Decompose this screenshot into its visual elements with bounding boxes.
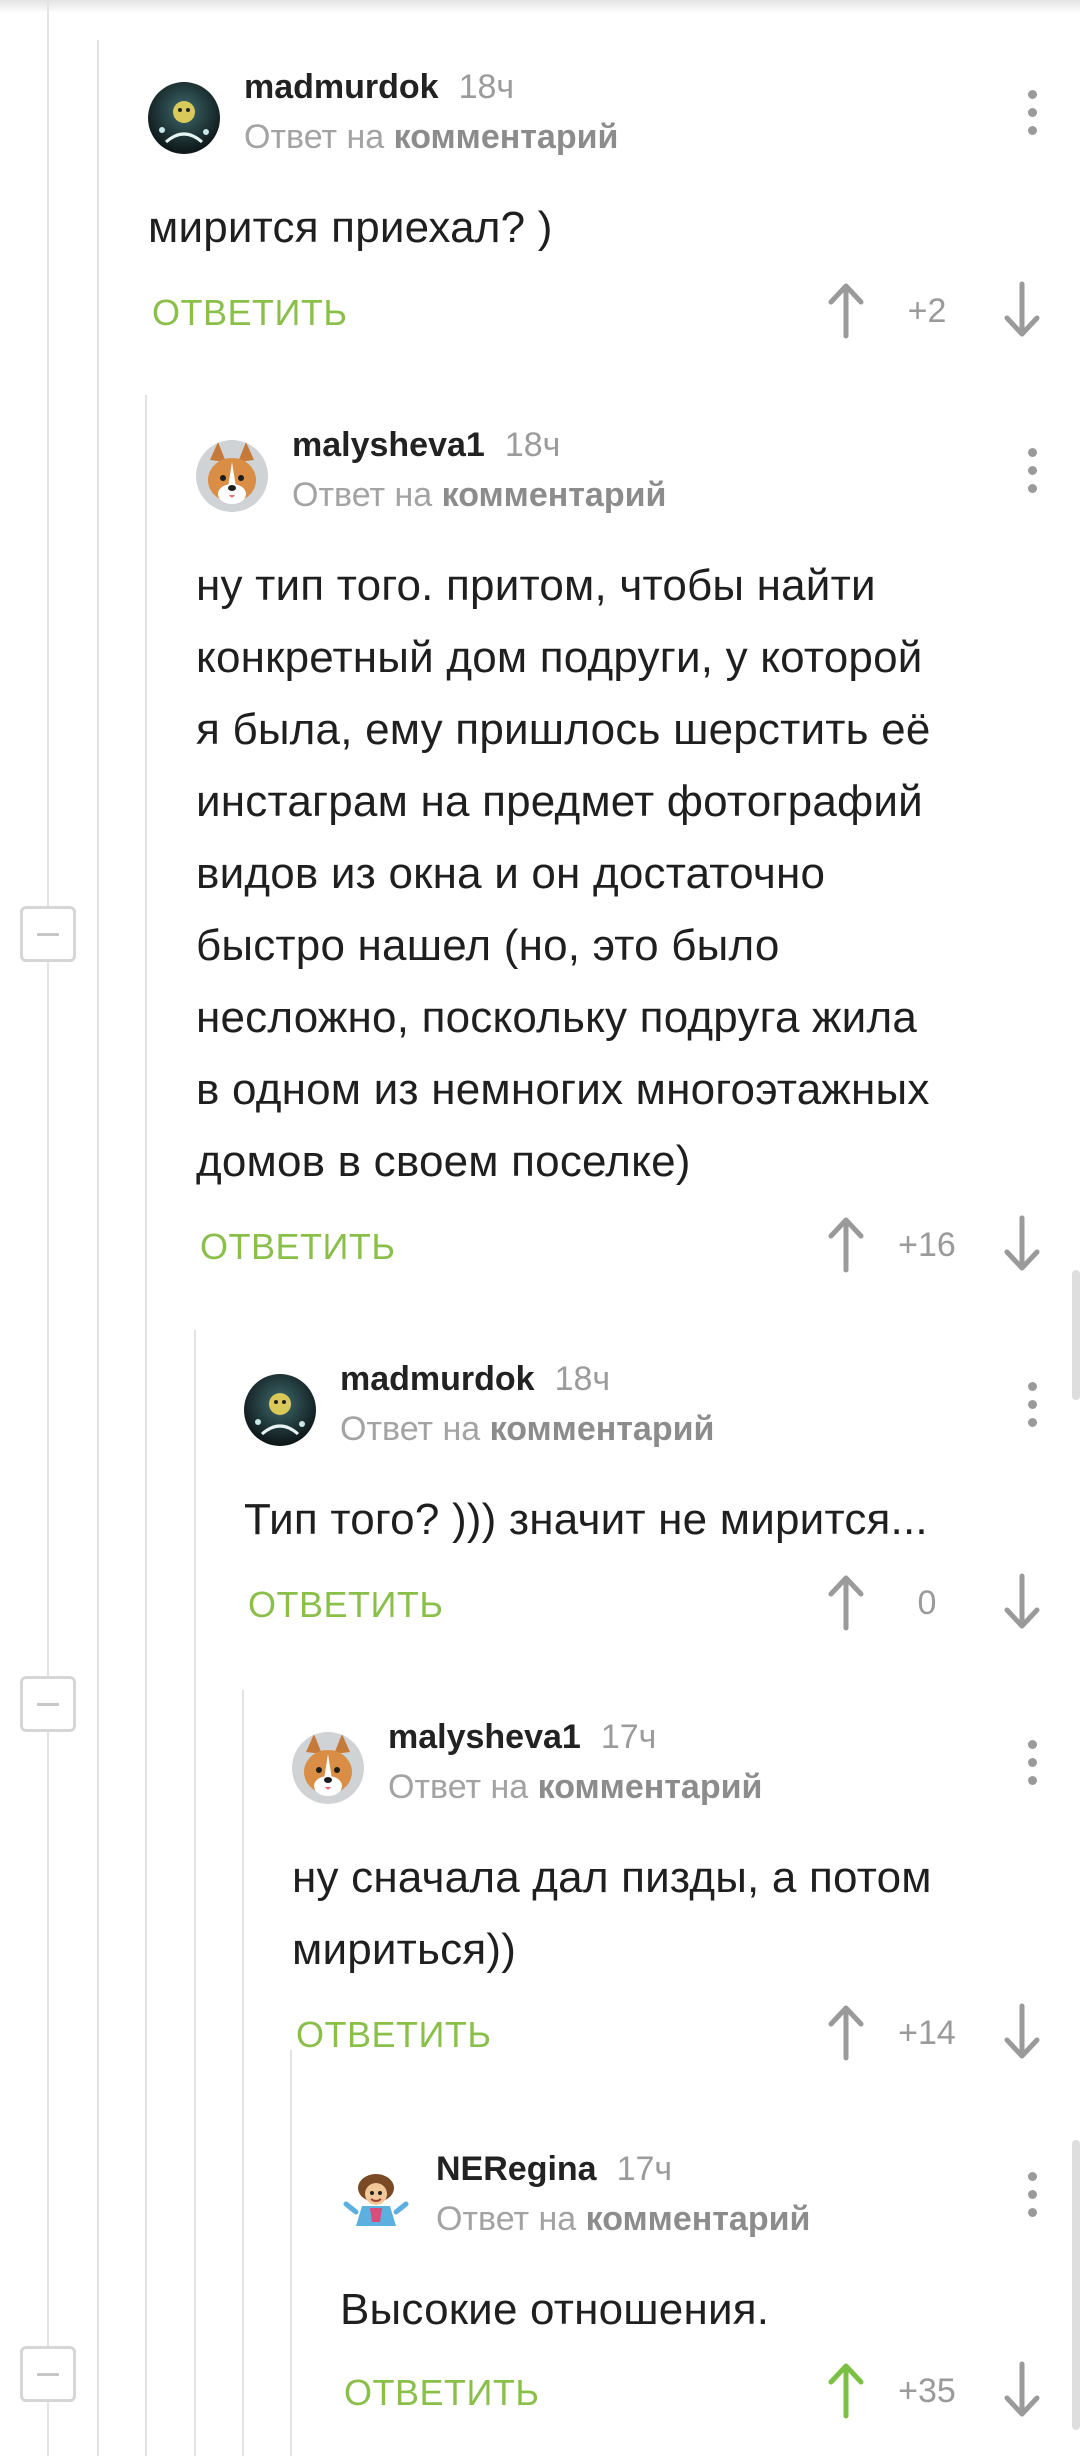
thread-line xyxy=(145,395,147,2456)
reply-to-label[interactable]: Ответ на комментарий xyxy=(244,118,618,157)
comment: madmurdok 18ч Ответ на комментарий миритс… xyxy=(148,68,1080,360)
reply-button[interactable]: ОТВЕТИТЬ xyxy=(248,1584,444,1626)
comment-text: ну сначала дал пизды, а потом мириться)) xyxy=(292,1853,932,1974)
reply-button[interactable]: ОТВЕТИТЬ xyxy=(296,2014,492,2056)
upvote-arrow-icon[interactable] xyxy=(826,1572,866,1632)
comment-author[interactable]: malysheva1 17ч xyxy=(388,1718,656,1757)
avatar[interactable] xyxy=(340,2164,412,2236)
comment-author[interactable]: NERegina 17ч xyxy=(436,2150,672,2189)
reply-button[interactable]: ОТВЕТИТЬ xyxy=(152,292,348,334)
corgi-avatar-icon xyxy=(196,440,268,512)
upvote-arrow-icon[interactable] xyxy=(826,1214,866,1274)
comment: madmurdok 18ч Ответ на комментарий Тип то… xyxy=(244,1360,1080,1662)
downvote-arrow-icon[interactable] xyxy=(1002,2002,1042,2062)
thread-line xyxy=(97,40,99,2456)
upvote-arrow-icon[interactable] xyxy=(826,2360,866,2420)
vote-count: +2 xyxy=(907,292,947,330)
reply-to-label[interactable]: Ответ на комментарий xyxy=(388,1768,762,1807)
downvote-arrow-icon[interactable] xyxy=(1002,2360,1042,2420)
top-shadow xyxy=(0,0,1080,14)
dark-orb-avatar-icon xyxy=(244,1374,316,1446)
comment-actions: ОТВЕТИТЬ +16 xyxy=(196,1204,1080,1284)
downvote-arrow-icon[interactable] xyxy=(1002,1214,1042,1274)
comment-actions: ОТВЕТИТЬ +2 xyxy=(148,270,1080,350)
comment-text: Тип того? ))) значит не мирится... xyxy=(244,1495,928,1544)
dark-orb-avatar-icon xyxy=(148,82,220,154)
comment-time: 18ч xyxy=(554,1360,611,1398)
reply-to-label[interactable]: Ответ на комментарий xyxy=(340,1410,714,1449)
comment-author[interactable]: madmurdok 18ч xyxy=(244,68,514,107)
more-options-icon[interactable] xyxy=(1028,90,1038,138)
collapse-thread-button[interactable] xyxy=(20,906,76,962)
reply-to-label[interactable]: Ответ на комментарий xyxy=(292,476,666,515)
comment-time: 18ч xyxy=(458,68,515,106)
vote-count: +16 xyxy=(898,1226,956,1264)
collapse-thread-button[interactable] xyxy=(20,1676,76,1732)
avatar[interactable] xyxy=(244,1374,316,1446)
downvote-arrow-icon[interactable] xyxy=(1002,1572,1042,1632)
cartoon-character-avatar-icon xyxy=(340,2164,412,2236)
more-options-icon[interactable] xyxy=(1028,2172,1038,2220)
comment-author[interactable]: madmurdok 18ч xyxy=(340,1360,610,1399)
reply-to-label[interactable]: Ответ на комментарий xyxy=(436,2200,810,2239)
vote-count: 0 xyxy=(917,1584,937,1622)
thread-line xyxy=(194,1330,196,2456)
vote-count: +35 xyxy=(898,2372,956,2410)
comment: malysheva1 18ч Ответ на комментарий ну ти… xyxy=(196,426,1080,1273)
thread-line xyxy=(47,0,49,2456)
comment-text: Высокие отношения. xyxy=(340,2285,770,2334)
avatar[interactable] xyxy=(196,440,268,512)
corgi-avatar-icon xyxy=(292,1732,364,1804)
reply-button[interactable]: ОТВЕТИТЬ xyxy=(344,2372,540,2414)
comment-actions: ОТВЕТИТЬ +35 xyxy=(340,2350,1080,2430)
more-options-icon[interactable] xyxy=(1028,1382,1038,1430)
upvote-arrow-icon[interactable] xyxy=(826,2002,866,2062)
reply-button[interactable]: ОТВЕТИТЬ xyxy=(200,1226,396,1268)
comment-time: 17ч xyxy=(600,1718,657,1756)
thread-line xyxy=(290,2050,292,2456)
comment: malysheva1 17ч Ответ на комментарий ну сн… xyxy=(292,1718,1080,2080)
more-options-icon[interactable] xyxy=(1028,1740,1038,1788)
comment-time: 17ч xyxy=(616,2150,673,2188)
downvote-arrow-icon[interactable] xyxy=(1002,280,1042,340)
upvote-arrow-icon[interactable] xyxy=(826,280,866,340)
comment-time: 18ч xyxy=(504,426,561,464)
comment: NERegina 17ч Ответ на комментарий Высокие… xyxy=(340,2150,1080,2452)
comment-text: мирится приехал? ) xyxy=(148,203,553,252)
comment-actions: ОТВЕТИТЬ 0 xyxy=(244,1562,1080,1642)
comment-author[interactable]: malysheva1 18ч xyxy=(292,426,560,465)
thread-line xyxy=(242,1690,244,2456)
comment-text: ну тип того. притом, чтобы найти конкрет… xyxy=(196,561,931,1186)
vote-count: +14 xyxy=(898,2014,956,2052)
more-options-icon[interactable] xyxy=(1028,448,1038,496)
avatar[interactable] xyxy=(148,82,220,154)
collapse-thread-button[interactable] xyxy=(20,2346,76,2402)
comment-actions: ОТВЕТИТЬ +14 xyxy=(292,1992,1080,2072)
avatar[interactable] xyxy=(292,1732,364,1804)
